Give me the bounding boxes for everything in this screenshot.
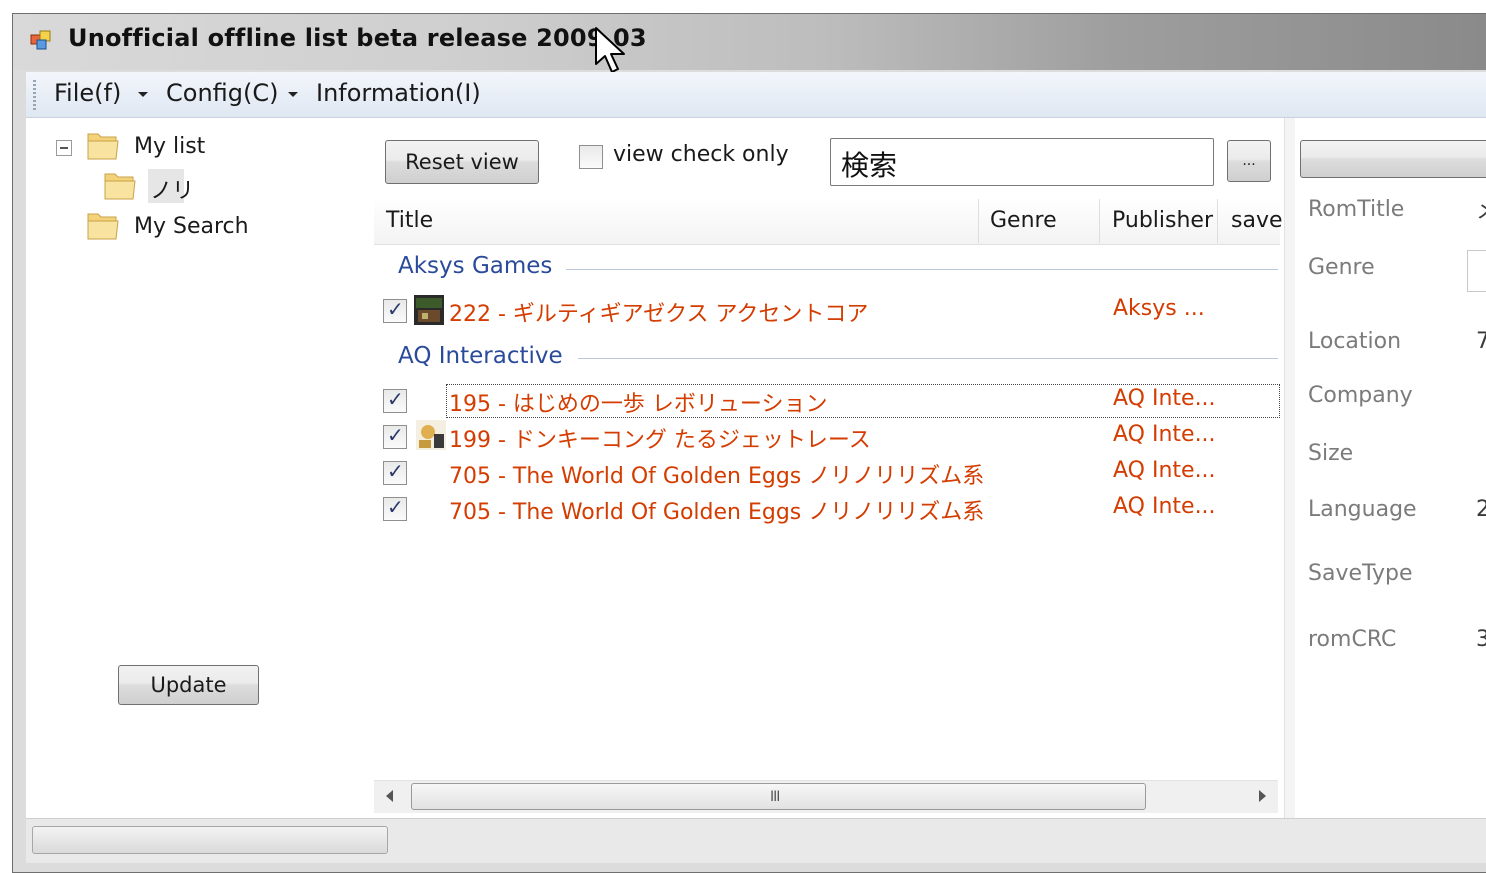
detail-value-language: 2 [1476,497,1486,522]
column-header-title[interactable]: Title [386,208,433,233]
detail-label-genre: Genre [1308,255,1375,280]
menu-grip[interactable] [33,80,36,110]
tree-item-my-list[interactable]: My list [134,134,205,159]
view-check-only-checkbox[interactable] [579,145,603,169]
tree-item-noli[interactable]: ノリ [150,173,194,205]
reset-view-button[interactable]: Reset view [385,140,539,184]
tree-collapse-icon[interactable] [56,140,72,156]
update-button[interactable]: Update [118,665,259,705]
row-publisher[interactable]: AQ Inte... [1113,458,1216,483]
game-thumbnail-icon [414,295,444,325]
detail-label-location: Location [1308,329,1402,354]
column-separator[interactable] [978,199,979,243]
row-title[interactable]: 195 - はじめの一歩 レボリューション [449,386,827,418]
detail-label-romcrc: romCRC [1308,627,1397,652]
panel-splitter[interactable] [1284,118,1295,818]
row-checkbox[interactable] [383,459,407,485]
row-publisher[interactable]: AQ Inte... [1113,422,1216,447]
detail-label-savetype: SaveType [1308,561,1413,586]
folder-icon [104,173,136,200]
menu-config[interactable]: Config(C) [166,79,279,107]
detail-value-romcrc: 3 [1476,627,1486,652]
column-separator[interactable] [1217,199,1218,243]
folder-icon [87,133,119,160]
detail-label-company: Company [1308,383,1413,408]
genre-field[interactable] [1467,250,1486,292]
detail-value-romtitle: メ [1476,193,1486,225]
chevron-down-icon[interactable] [138,92,148,97]
row-title[interactable]: 222 - ギルティギアゼクス アクセントコア [449,296,868,328]
scroll-left-icon[interactable] [386,790,393,802]
folder-icon [87,213,119,240]
group-divider [566,269,1278,270]
column-separator[interactable] [1099,199,1100,243]
game-thumbnail-icon [416,420,446,450]
search-input[interactable] [830,138,1214,186]
row-title[interactable]: 199 - ドンキーコング たるジェットレース [449,422,871,454]
group-header-aq-interactive[interactable]: AQ Interactive [398,343,563,369]
scrollbar-grip: III [770,789,780,805]
view-check-only-label[interactable]: view check only [613,142,789,167]
menu-file[interactable]: File(f) [54,79,121,107]
progress-bar [32,826,388,854]
mouse-cursor-icon [595,27,625,73]
row-publisher[interactable]: AQ Inte... [1113,386,1216,411]
window-title: Unofficial offline list beta release 200… [68,24,647,52]
group-header-aksys[interactable]: Aksys Games [398,253,552,279]
row-checkbox[interactable] [383,387,407,413]
details-top-button[interactable] [1300,140,1486,178]
menu-information[interactable]: Information(I) [316,79,481,107]
detail-value-location: 7 [1476,329,1486,354]
column-header-genre[interactable]: Genre [990,208,1057,233]
row-checkbox[interactable] [383,297,407,323]
app-icon [30,30,51,50]
row-publisher[interactable]: Aksys ... [1113,296,1205,321]
chevron-down-icon[interactable] [288,92,298,97]
detail-label-romtitle: RomTitle [1308,197,1405,222]
search-options-button[interactable]: ... [1227,140,1271,182]
row-title[interactable]: 705 - The World Of Golden Eggs ノリノリリズム系 [449,494,984,526]
detail-label-language: Language [1308,497,1417,522]
row-checkbox[interactable] [383,423,407,449]
column-header-save[interactable]: save [1231,208,1283,233]
column-header-publisher[interactable]: Publisher [1112,208,1213,233]
scroll-right-icon[interactable] [1259,790,1266,802]
row-publisher[interactable]: AQ Inte... [1113,494,1216,519]
row-checkbox[interactable] [383,495,407,521]
detail-label-size: Size [1308,441,1354,466]
group-divider [578,358,1278,359]
row-title[interactable]: 705 - The World Of Golden Eggs ノリノリリズム系 [449,458,984,490]
tree-item-my-search[interactable]: My Search [134,214,249,239]
